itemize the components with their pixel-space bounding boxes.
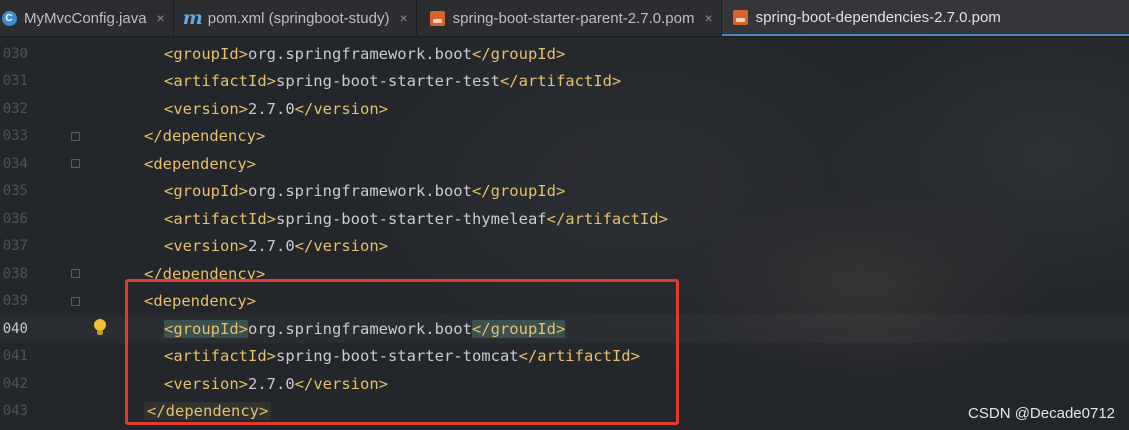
line-number: 038 bbox=[2, 265, 28, 282]
editor-tab-bar: C MyMvcConfig.java × m pom.xml (springbo… bbox=[0, 0, 1129, 37]
code-line[interactable]: 033 </dependency> bbox=[0, 123, 1129, 151]
code-line[interactable]: 030 <groupId>org.springframework.boot</g… bbox=[0, 40, 1129, 68]
line-number: 039 bbox=[2, 293, 28, 310]
maven-icon: m bbox=[182, 7, 203, 29]
close-icon[interactable]: × bbox=[704, 10, 712, 26]
line-number: 030 bbox=[2, 45, 28, 62]
code-text: <artifactId>spring-boot-starter-thymelea… bbox=[164, 209, 668, 228]
code-text: <version>2.7.0</version> bbox=[164, 99, 388, 118]
tab-label: pom.xml (springboot-study) bbox=[207, 9, 390, 27]
tab-dependencies-pom[interactable]: spring-boot-dependencies-2.7.0.pom bbox=[721, 0, 1129, 36]
highlight-annotation-box bbox=[125, 279, 679, 425]
line-number: 035 bbox=[2, 183, 28, 200]
pom-file-icon bbox=[429, 9, 447, 27]
code-text: <dependency> bbox=[144, 154, 256, 173]
code-line[interactable]: 036 <artifactId>spring-boot-starter-thym… bbox=[0, 205, 1129, 233]
code-line[interactable]: 037 <version>2.7.0</version> bbox=[0, 233, 1129, 261]
fold-end-icon[interactable] bbox=[71, 269, 80, 278]
line-number: 033 bbox=[2, 128, 28, 145]
lightbulb-icon[interactable] bbox=[93, 319, 107, 337]
tab-label: spring-boot-dependencies-2.7.0.pom bbox=[755, 8, 1001, 26]
tab-mymvcconfig[interactable]: C MyMvcConfig.java × bbox=[0, 0, 174, 36]
line-number: 031 bbox=[2, 73, 28, 90]
code-text: <groupId>org.springframework.boot</group… bbox=[164, 44, 566, 63]
line-number: 036 bbox=[2, 210, 28, 227]
line-number: 043 bbox=[2, 403, 28, 420]
tab-pom-xml[interactable]: m pom.xml (springboot-study) × bbox=[174, 0, 417, 36]
tab-starter-parent-pom[interactable]: spring-boot-starter-parent-2.7.0.pom × bbox=[417, 0, 722, 36]
fold-end-icon[interactable] bbox=[71, 131, 80, 141]
code-line[interactable]: 035 <groupId>org.springframework.boot</g… bbox=[0, 178, 1129, 206]
code-line[interactable]: 034 <dependency> bbox=[0, 150, 1129, 178]
code-text: <artifactId>spring-boot-starter-test</ar… bbox=[164, 72, 622, 91]
line-number: 032 bbox=[2, 100, 28, 117]
line-number: 040 bbox=[2, 320, 28, 337]
pom-file-icon bbox=[732, 8, 750, 26]
csdn-watermark: CSDN @Decade0712 bbox=[968, 405, 1115, 422]
line-number: 037 bbox=[2, 238, 28, 255]
code-line[interactable]: 031 <artifactId>spring-boot-starter-test… bbox=[0, 68, 1129, 96]
code-editor[interactable]: 030 <groupId>org.springframework.boot</g… bbox=[0, 36, 1129, 430]
tab-label: MyMvcConfig.java bbox=[24, 9, 147, 27]
line-number: 041 bbox=[2, 348, 28, 365]
fold-start-icon[interactable] bbox=[71, 159, 80, 168]
java-class-icon: C bbox=[0, 9, 18, 27]
tab-label: spring-boot-starter-parent-2.7.0.pom bbox=[452, 9, 695, 27]
code-text: <version>2.7.0</version> bbox=[164, 237, 388, 256]
close-icon[interactable]: × bbox=[399, 10, 407, 26]
code-line[interactable]: 032 <version>2.7.0</version> bbox=[0, 95, 1129, 123]
line-number: 042 bbox=[2, 375, 28, 392]
fold-start-icon[interactable] bbox=[71, 296, 80, 306]
line-number: 034 bbox=[2, 155, 28, 172]
close-icon[interactable]: × bbox=[157, 10, 165, 26]
code-text: </dependency> bbox=[144, 127, 266, 146]
code-text: <groupId>org.springframework.boot</group… bbox=[164, 182, 566, 201]
